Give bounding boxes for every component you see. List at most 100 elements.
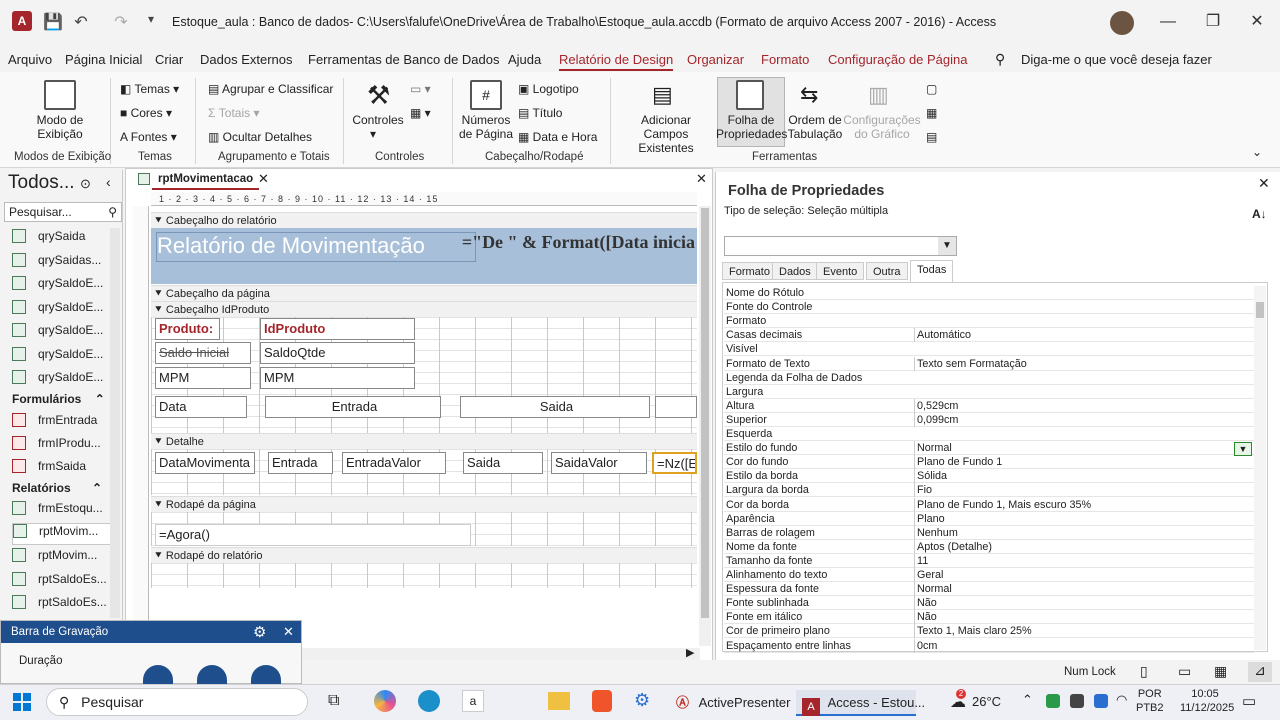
controles-button[interactable]: Controles xyxy=(352,113,404,127)
tray-app-icon[interactable] xyxy=(1094,694,1108,708)
property-row[interactable]: Largura da borda Fio xyxy=(724,483,1254,498)
menu-configuracao-pagina[interactable]: Configuração de Página xyxy=(828,52,968,67)
property-row[interactable]: Cor da borda Plano de Fundo 1, Mais escur… xyxy=(724,497,1254,512)
close-document-icon[interactable]: ✕ xyxy=(696,171,707,187)
property-row[interactable]: Superior 0,099cm xyxy=(724,412,1254,427)
property-row[interactable]: Legenda da Folha de Dados xyxy=(724,371,1254,385)
nav-report-selected[interactable]: rptMovim... xyxy=(12,523,112,545)
tab-formato[interactable]: Formato xyxy=(722,262,777,280)
property-row[interactable]: Esquerda xyxy=(724,427,1254,441)
design-view-icon[interactable]: ⊿ xyxy=(1248,662,1272,682)
nav-query[interactable]: qrySaldoE... xyxy=(12,300,112,322)
wifi-icon[interactable]: ◠ xyxy=(1116,692,1127,708)
data-header-label[interactable]: Data xyxy=(155,396,247,418)
property-row[interactable]: Estilo do fundo Normal xyxy=(724,441,1254,456)
property-value[interactable]: Plano de Fundo 1, Mais escuro 35% xyxy=(914,497,1252,512)
property-row[interactable]: Altura 0,529cm xyxy=(724,398,1254,413)
property-value[interactable]: Plano de Fundo 1 xyxy=(914,455,1252,470)
property-row[interactable]: Fonte em itálico Não xyxy=(724,610,1254,625)
props-scroll-thumb[interactable] xyxy=(1256,302,1264,318)
config-grafico-button[interactable]: Configurações do Gráfico xyxy=(843,113,921,141)
report-view-icon[interactable]: ▯ xyxy=(1140,663,1148,680)
stop-button[interactable] xyxy=(197,665,227,685)
property-row[interactable]: Estilo da borda Sólida xyxy=(724,469,1254,484)
close-property-sheet-icon[interactable]: ✕ xyxy=(1258,175,1270,192)
insert-control-icon[interactable]: ▦ ▾ xyxy=(410,106,431,120)
mpm-label[interactable]: MPM xyxy=(155,367,251,389)
minimize-button[interactable]: — xyxy=(1145,8,1191,36)
nav-report[interactable]: frmEstoqu... xyxy=(12,501,112,523)
view-code-icon[interactable]: ▢ xyxy=(926,82,937,96)
section-report-header[interactable]: ⯆ Cabeçalho do relatório xyxy=(151,212,697,228)
property-row[interactable]: Formato de Texto Texto sem Formatação xyxy=(724,356,1254,371)
property-value[interactable]: Geral xyxy=(914,568,1252,582)
property-value[interactable]: Normal xyxy=(914,441,1252,456)
mpm-field[interactable]: MPM xyxy=(260,367,415,389)
close-tab-icon[interactable]: ✕ xyxy=(258,171,269,187)
cores-button[interactable]: ■ Cores ▾ xyxy=(120,106,172,120)
agrupar-button[interactable]: ▤ Agrupar e Classificar xyxy=(208,82,333,96)
saidavalor-field[interactable]: SaidaValor xyxy=(551,452,647,474)
nav-report[interactable]: rptSaldoEs... xyxy=(12,572,112,594)
sort-az-icon[interactable]: A↓ xyxy=(1252,207,1267,221)
menu-pagina-inicial[interactable]: Página Inicial xyxy=(65,52,142,67)
entrada-header-label[interactable]: Entrada xyxy=(265,396,441,418)
property-row[interactable]: Formato xyxy=(724,314,1254,329)
nz-expression-field[interactable]: =Nz([En xyxy=(652,452,697,474)
language-indicator[interactable]: POR PTB2 xyxy=(1136,687,1164,715)
tab-todas[interactable]: Todas xyxy=(910,260,954,282)
titulo-button[interactable]: ▤ Título xyxy=(518,106,562,120)
property-row[interactable]: Fonte sublinhada Não xyxy=(724,596,1254,611)
nav-reports-header[interactable]: Relatórios ⌃ xyxy=(12,481,102,495)
collapse-ribbon-icon[interactable]: ⌄ xyxy=(1252,145,1262,159)
nav-form[interactable]: frmSaida xyxy=(12,459,112,481)
tab-evento[interactable]: Evento xyxy=(816,262,865,280)
nav-search-input[interactable]: Pesquisar... ⚲ xyxy=(4,202,122,222)
notifications-icon[interactable]: ▭ xyxy=(1242,692,1256,710)
section-detail[interactable]: ⯆ Detalhe xyxy=(151,433,697,449)
property-row[interactable]: Cor do fundo Plano de Fundo 1 xyxy=(724,455,1254,470)
brave-icon[interactable] xyxy=(592,690,612,712)
gear-icon[interactable]: ⚙ xyxy=(253,623,266,641)
saida-header-label[interactable]: Saida xyxy=(460,396,650,418)
property-row[interactable]: Barras de rolagem Nenhum xyxy=(724,525,1254,540)
nav-collapse-icon[interactable]: ‹ xyxy=(106,174,111,190)
ocultar-detalhes-button[interactable]: ▥ Ocultar Detalhes xyxy=(208,130,312,144)
subform-icon[interactable]: ▦ xyxy=(926,106,937,120)
title-expression-field[interactable]: ="De " & Format([Data inicia xyxy=(412,232,697,262)
tell-me-input[interactable]: Diga-me o que você deseja fazer xyxy=(1021,52,1212,67)
property-row[interactable]: Visível xyxy=(724,342,1254,357)
nav-form[interactable]: frmIProdu... xyxy=(12,436,112,458)
undo-icon[interactable]: ↶ xyxy=(68,12,94,32)
weather-temp[interactable]: 26°C xyxy=(972,694,1001,709)
property-value[interactable]: Plano xyxy=(914,511,1252,526)
ordem-tabulacao-button[interactable]: Ordem de Tabulação xyxy=(787,113,843,141)
copilot-icon[interactable] xyxy=(374,690,396,712)
section-idproduto-header[interactable]: ⯆ Cabeçalho IdProduto xyxy=(151,301,697,317)
taskbar-access[interactable]: A Access - Estou... xyxy=(796,690,925,716)
totais-button[interactable]: Σ Totais ▾ xyxy=(208,106,259,120)
property-value[interactable]: Nenhum xyxy=(914,525,1252,540)
property-value[interactable]: 0,099cm xyxy=(914,412,1252,427)
property-value[interactable]: 0,529cm xyxy=(914,398,1252,413)
save-icon[interactable]: 💾 xyxy=(40,12,66,32)
property-value[interactable]: Texto sem Formatação xyxy=(914,356,1252,371)
doc-scroll-thumb[interactable] xyxy=(701,208,709,618)
logotipo-button[interactable]: ▣ Logotipo xyxy=(518,82,579,96)
saida-field[interactable]: Saida xyxy=(463,452,543,474)
customize-quick-access-icon[interactable]: ▾ xyxy=(138,12,164,26)
close-recording-icon[interactable]: ✕ xyxy=(283,624,294,640)
selection-dropdown[interactable]: ▼ xyxy=(724,236,957,256)
property-row[interactable]: Tamanho da fonte 11 xyxy=(724,553,1254,568)
nav-form[interactable]: frmEntrada xyxy=(12,413,112,435)
task-view-icon[interactable]: ⧉ xyxy=(328,692,339,710)
nav-query[interactable]: qrySaldoE... xyxy=(12,323,112,345)
windows-start-icon[interactable] xyxy=(13,693,31,711)
property-row[interactable]: Cor de primeiro plano Texto 1, Mais claro… xyxy=(724,624,1254,639)
nav-query[interactable]: qrySaidas... xyxy=(12,253,112,275)
close-window-button[interactable]: ✕ xyxy=(1234,8,1280,36)
pause-button[interactable] xyxy=(143,665,173,685)
nav-dropdown-icon[interactable]: ⊙ xyxy=(80,176,91,192)
amazon-icon[interactable]: a xyxy=(462,690,484,712)
entrada-field[interactable]: Entrada xyxy=(268,452,333,474)
